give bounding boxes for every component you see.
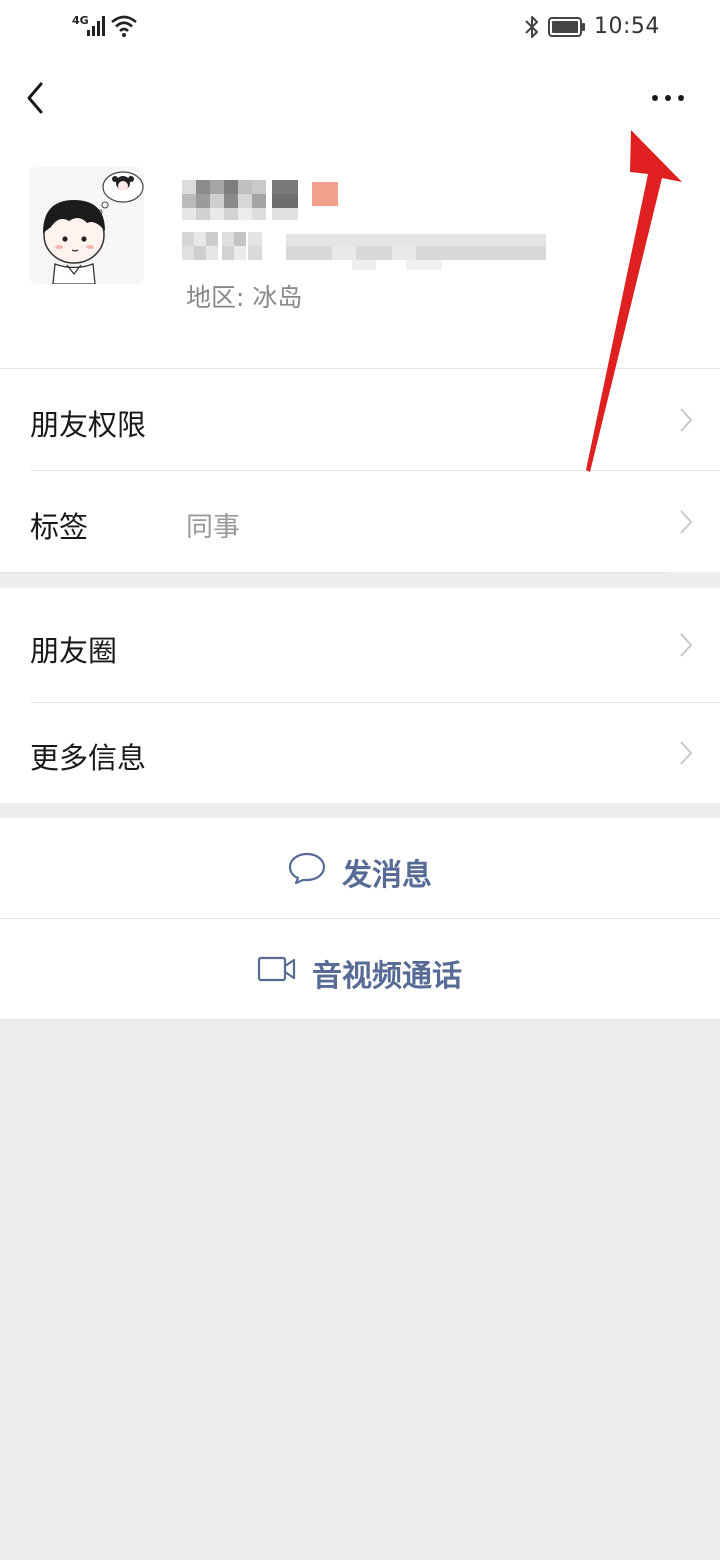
chat-bubble-icon (288, 852, 326, 885)
tags-value: 同事 (186, 512, 240, 543)
region-text: 地区: 冰岛 (186, 283, 303, 312)
moments-label: 朋友圈 (30, 634, 118, 668)
chevron-right-icon (680, 408, 693, 432)
video-call-label: 音视频通话 (312, 959, 462, 994)
more-info-label: 更多信息 (30, 741, 147, 775)
chevron-right-icon (680, 633, 693, 657)
more-dots-icon[interactable] (640, 78, 696, 118)
wechat-id-mosaic (182, 232, 546, 270)
friend-permissions-label: 朋友权限 (30, 408, 147, 442)
name-mosaic (182, 180, 338, 220)
chevron-right-icon (680, 741, 693, 765)
wifi-icon (111, 15, 137, 37)
bluetooth-icon (525, 16, 538, 38)
avatar-illustration (29, 167, 144, 284)
tags-label: 标签 (30, 510, 89, 544)
back-arrow-icon[interactable] (18, 74, 54, 122)
chevron-right-icon (680, 510, 693, 534)
clock: 10:54 (594, 14, 660, 39)
top-nav-bar (0, 56, 720, 140)
divider (0, 1019, 720, 1020)
divider (0, 572, 666, 573)
avatar[interactable] (29, 167, 144, 284)
battery-icon (548, 17, 585, 37)
tags-row[interactable] (0, 471, 720, 572)
signal-icon (87, 16, 105, 36)
video-camera-icon (257, 956, 296, 982)
send-message-label: 发消息 (342, 858, 432, 893)
